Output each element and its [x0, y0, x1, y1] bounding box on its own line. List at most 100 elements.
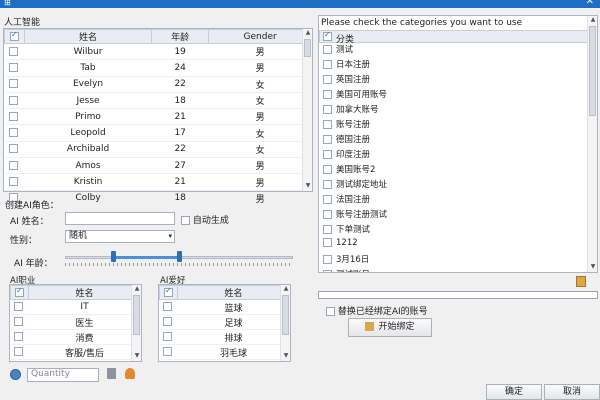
ai-name-input[interactable]: [65, 212, 175, 225]
category-item[interactable]: 德国注册: [323, 133, 370, 148]
category-item[interactable]: 下单测试: [323, 223, 370, 238]
scroll-down-icon[interactable]: ▼: [303, 182, 313, 191]
category-item[interactable]: 1212: [323, 238, 358, 253]
job-column-name[interactable]: 姓名: [28, 285, 141, 300]
category-checkbox[interactable]: [323, 45, 332, 54]
row-checkbox[interactable]: [4, 108, 25, 126]
scroll-up-icon[interactable]: ▲: [132, 285, 142, 294]
start-bind-button[interactable]: 开始绑定: [348, 318, 432, 337]
category-checkbox[interactable]: [323, 195, 332, 204]
list-item[interactable]: 排球: [159, 329, 290, 345]
table-row[interactable]: Kristin 21 男: [4, 173, 312, 191]
list-item[interactable]: 篮球: [159, 299, 290, 315]
table-row[interactable]: Leopold 17 女: [4, 124, 312, 142]
column-gender[interactable]: Gender: [208, 29, 312, 44]
add-user-icon[interactable]: [125, 368, 135, 379]
auto-generate-checkbox[interactable]: 自动生成: [181, 213, 229, 226]
category-checkbox[interactable]: [323, 225, 332, 234]
ok-button[interactable]: 确定: [486, 384, 542, 400]
row-checkbox[interactable]: [4, 124, 25, 142]
category-item[interactable]: 测试: [323, 43, 353, 58]
list-item[interactable]: 羽毛球: [159, 344, 290, 360]
category-checkbox[interactable]: [323, 165, 332, 174]
category-checkbox[interactable]: [323, 180, 332, 189]
scroll-up-icon[interactable]: ▲: [303, 29, 313, 38]
category-item[interactable]: 加拿大账号: [323, 103, 379, 118]
item-checkbox[interactable]: [159, 344, 178, 360]
category-item[interactable]: 账号注册: [323, 118, 370, 133]
age-min-handle[interactable]: [110, 251, 116, 262]
row-checkbox[interactable]: [4, 92, 25, 110]
category-item[interactable]: 测试账号: [323, 268, 370, 272]
hobby-select-all-checkbox[interactable]: [159, 285, 178, 300]
table-row[interactable]: Evelyn 22 女: [4, 76, 312, 93]
item-checkbox[interactable]: [159, 329, 178, 345]
list-item[interactable]: 医生: [10, 314, 141, 330]
list-item[interactable]: 消费: [10, 329, 141, 345]
category-checkbox[interactable]: [323, 120, 332, 129]
list-item[interactable]: 足球: [159, 314, 290, 330]
category-checkbox[interactable]: [323, 135, 332, 144]
scroll-thumb[interactable]: [589, 26, 596, 116]
close-icon[interactable]: ✕: [586, 0, 594, 7]
category-checkbox[interactable]: [323, 255, 332, 264]
scroll-up-icon[interactable]: ▲: [281, 285, 291, 294]
category-checkbox[interactable]: [323, 150, 332, 159]
category-item[interactable]: 美国可用账号: [323, 88, 387, 103]
category-checkbox[interactable]: [323, 105, 332, 114]
hobby-list-scrollbar[interactable]: ▲ ▼: [280, 285, 290, 361]
gender-select[interactable]: 随机 ▾: [65, 230, 175, 243]
category-item[interactable]: 3月16日: [323, 253, 369, 268]
category-item[interactable]: 测试绑定地址: [323, 178, 387, 193]
category-checkbox[interactable]: [323, 90, 332, 99]
list-item[interactable]: IT: [10, 299, 141, 315]
scroll-down-icon[interactable]: ▼: [588, 263, 598, 272]
scroll-thumb[interactable]: [304, 39, 311, 57]
job-list-scrollbar[interactable]: ▲ ▼: [131, 285, 141, 361]
row-checkbox[interactable]: [4, 59, 25, 77]
cancel-button[interactable]: 取消: [544, 384, 600, 400]
column-name[interactable]: 姓名: [23, 29, 153, 44]
category-select-all-checkbox[interactable]: [323, 30, 332, 41]
category-checkbox[interactable]: [323, 270, 332, 272]
row-checkbox[interactable]: [4, 157, 25, 175]
item-checkbox[interactable]: [10, 344, 29, 360]
category-item[interactable]: 账号注册测试: [323, 208, 387, 223]
table-row[interactable]: Tab 24 男: [4, 59, 312, 77]
paste-icon[interactable]: [576, 276, 586, 287]
category-checkbox[interactable]: [323, 210, 332, 219]
table-row[interactable]: Archibald 22 女: [4, 141, 312, 159]
category-checkbox[interactable]: [323, 60, 332, 69]
category-item[interactable]: 英国注册: [323, 73, 370, 88]
category-checkbox[interactable]: [323, 75, 332, 84]
item-checkbox[interactable]: [10, 314, 29, 330]
item-checkbox[interactable]: [159, 299, 178, 315]
table-row[interactable]: Amos 27 男: [4, 157, 312, 175]
category-item[interactable]: 美国账号2: [323, 163, 375, 178]
age-range-slider[interactable]: [65, 251, 293, 267]
category-item[interactable]: 法国注册: [323, 193, 370, 208]
list-item[interactable]: 客服/售后: [10, 344, 141, 360]
age-max-handle[interactable]: [177, 251, 182, 262]
select-all-checkbox[interactable]: [4, 29, 25, 44]
row-checkbox[interactable]: [4, 173, 25, 191]
item-checkbox[interactable]: [10, 299, 29, 315]
row-checkbox[interactable]: [4, 76, 25, 93]
category-item[interactable]: 日本注册: [323, 58, 370, 73]
category-item[interactable]: 印度注册: [323, 148, 370, 163]
category-checkbox[interactable]: [323, 238, 332, 247]
scroll-down-icon[interactable]: ▼: [281, 352, 291, 361]
category-column-header[interactable]: 分类: [319, 30, 588, 45]
category-scrollbar[interactable]: ▲ ▼: [587, 16, 597, 272]
table-row[interactable]: Primo 21 男: [4, 108, 312, 126]
item-checkbox[interactable]: [159, 314, 178, 330]
row-checkbox[interactable]: [4, 43, 25, 61]
scroll-thumb[interactable]: [133, 295, 140, 335]
table-row[interactable]: Wilbur 19 男: [4, 43, 312, 61]
quantity-input[interactable]: Quantity: [27, 368, 99, 382]
scroll-thumb[interactable]: [282, 295, 289, 335]
replace-bound-checkbox[interactable]: 替换已经绑定AI的账号: [326, 304, 428, 317]
scroll-down-icon[interactable]: ▼: [132, 352, 142, 361]
trash-icon[interactable]: [107, 368, 116, 379]
item-checkbox[interactable]: [10, 329, 29, 345]
